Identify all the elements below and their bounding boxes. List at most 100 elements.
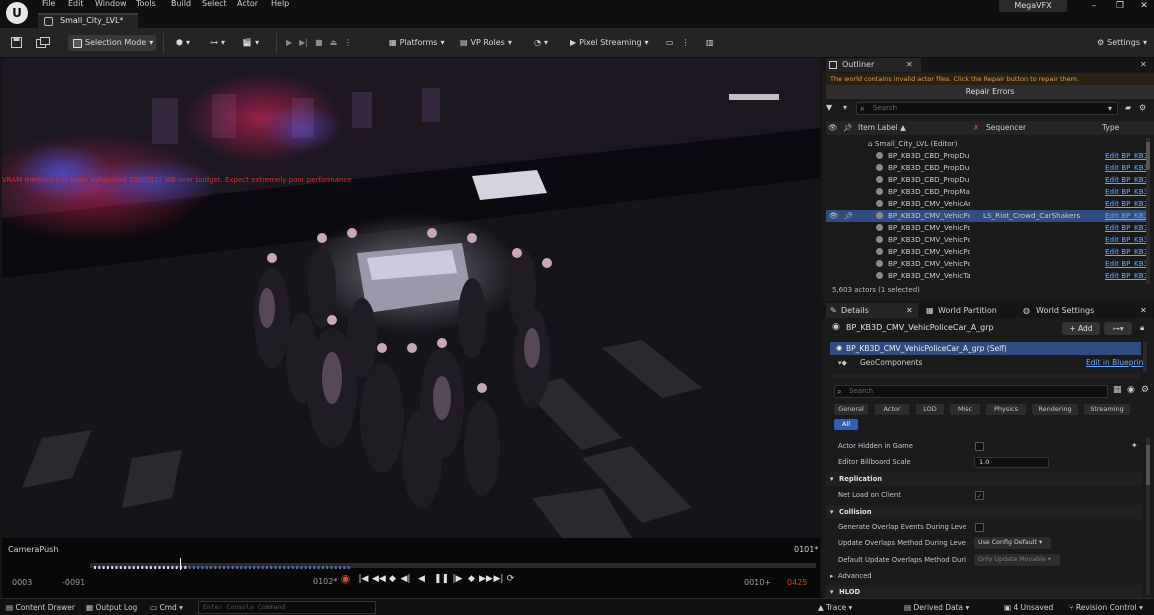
filter-lod[interactable]: LOD [916, 404, 944, 415]
keyframe-marker[interactable] [334, 566, 337, 569]
keyframe-marker[interactable] [106, 566, 109, 569]
outliner-row-type-link[interactable]: Edit BP_KB3 [1105, 222, 1148, 234]
stop-icon[interactable]: ■ [315, 35, 323, 51]
keyframe-marker[interactable] [111, 566, 114, 569]
cinematics-button[interactable]: 🎬︎ ▾ [238, 35, 263, 51]
derived-data-button[interactable]: ▤ Derived Data ▾ [904, 603, 969, 613]
keyframe-marker[interactable] [158, 566, 161, 569]
outliner-row[interactable]: BP_KB3D_CBD_PropDur Edit BP_KB3 [826, 162, 1148, 174]
outliner-row-type-link[interactable]: Edit BP_KB3 [1105, 210, 1148, 222]
step-forward-button[interactable]: ◆ [466, 573, 477, 585]
record-button[interactable]: ◉ [340, 573, 351, 585]
keyframe-marker[interactable] [266, 566, 268, 569]
keyframe-marker[interactable] [347, 566, 350, 569]
keyframe-marker[interactable] [261, 566, 264, 569]
content-drawer-button[interactable]: ▤ Content Drawer [6, 603, 75, 613]
world-settings-tab[interactable]: World Settings [1036, 303, 1094, 318]
close-icon[interactable]: ✕ [906, 58, 916, 72]
keyframe-marker[interactable] [175, 566, 178, 569]
keyframe-marker[interactable] [124, 566, 127, 569]
frame-end[interactable]: 0425 [787, 578, 807, 587]
level-viewport[interactable]: VRAM memory has been exhausted 2000/832 … [2, 58, 820, 598]
more-options-icon[interactable]: ⋮ [682, 35, 690, 51]
outliner-row-type-link[interactable]: Edit BP_KB3 [1105, 198, 1148, 210]
keyframe-marker[interactable] [98, 566, 101, 569]
menu-actor[interactable]: Actor [237, 0, 258, 8]
keyframe-marker[interactable] [201, 566, 204, 569]
outliner-row[interactable]: BP_KB3D_CMV_VehicPc Edit BP_KB3 [826, 246, 1148, 258]
timeline-playhead[interactable] [180, 558, 182, 570]
close-button[interactable]: ✕ [1130, 0, 1154, 14]
gear-icon[interactable]: ⚙ [1139, 103, 1146, 112]
keyframe-marker[interactable] [205, 566, 208, 569]
keyframe-marker[interactable] [278, 566, 281, 569]
add-component-button[interactable]: + Add [1062, 322, 1100, 335]
outliner-row[interactable]: BP_KB3D_CBD_PropDu Edit BP_KB3 [826, 150, 1148, 162]
unsaved-button[interactable]: ▣ 4 Unsaved [1004, 603, 1053, 613]
live-link-button[interactable]: ◔ ▾ [530, 35, 552, 51]
pin-icon[interactable]: 📌︎ [844, 210, 853, 222]
outliner-row[interactable]: 👁︎ 📌︎ BP_KB3D_CMV_VehicPc LS_Riot_Crowd_Car… [826, 210, 1148, 222]
blueprint-options-button[interactable]: ⊶▾ [1104, 322, 1132, 335]
keyframe-marker[interactable] [115, 566, 118, 569]
next-key-button[interactable]: ▶▶ [479, 573, 493, 585]
sequencer-timeline[interactable] [90, 563, 816, 569]
chevron-down-icon[interactable]: ▾◆ [838, 357, 847, 369]
chevron-down-icon[interactable]: ▾ [1108, 104, 1112, 113]
menu-file[interactable]: File [42, 0, 55, 8]
sequencer-column[interactable]: Sequencer [986, 121, 1026, 135]
keyframe-marker[interactable] [218, 566, 221, 569]
menu-tools[interactable]: Tools [136, 0, 156, 8]
actor-hidden-checkbox[interactable] [975, 442, 984, 451]
keyframe-marker[interactable] [339, 566, 342, 569]
keyframe-marker[interactable] [274, 566, 277, 569]
add-content-button[interactable]: ⬢ ▾ [172, 35, 194, 51]
keyframe-marker[interactable] [257, 566, 260, 569]
keyframe-marker[interactable] [313, 566, 316, 569]
section-replication[interactable]: ▾ Replication [826, 472, 1142, 486]
keyframe-marker[interactable] [231, 566, 234, 569]
folder-icon[interactable]: ▰ [1125, 103, 1131, 112]
output-log-button[interactable]: ▦ Output Log [86, 603, 137, 613]
menu-build[interactable]: Build [171, 0, 191, 8]
keyframe-marker[interactable] [309, 566, 311, 569]
keyframe-marker[interactable] [132, 566, 135, 569]
step-back-button[interactable]: ◆ [387, 573, 398, 585]
keyframe-marker[interactable] [167, 566, 170, 569]
display-icon[interactable]: ▭ [666, 35, 674, 51]
prev-key-button[interactable]: ◀◀ [372, 573, 386, 585]
details-scrollbar[interactable] [1146, 437, 1150, 595]
gear-icon[interactable]: ⚙ [1141, 385, 1149, 395]
keyframe-marker[interactable] [291, 566, 294, 569]
revision-control-button[interactable]: ⑂ Revision Control ▾ [1069, 603, 1143, 613]
edit-in-blueprint-link[interactable]: Edit in Blueprint [1086, 357, 1146, 369]
close-icon[interactable]: ✕ [1140, 58, 1147, 72]
filter-icon[interactable]: ▼ [826, 103, 836, 113]
outliner-row[interactable]: BP_KB3D_CMV_VehicTa Edit BP_KB3 [826, 270, 1148, 282]
table-view-icon[interactable]: ▦ [1113, 385, 1122, 395]
lock-icon[interactable]: 🔒︎ [1140, 323, 1144, 333]
details-tab[interactable] [826, 303, 918, 318]
keyframe-marker[interactable] [94, 566, 96, 569]
filter-streaming[interactable]: Streaming [1084, 404, 1130, 415]
minimize-button[interactable]: – [1080, 0, 1108, 14]
outliner-row[interactable]: BP_KB3D_CMV_VehicPc Edit BP_KB3 [826, 234, 1148, 246]
scrollbar-thumb[interactable] [1146, 445, 1150, 485]
grid-icon[interactable]: ▥ [706, 35, 714, 51]
save-icon[interactable] [10, 37, 22, 48]
keyframe-marker[interactable] [240, 566, 243, 569]
blueprint-button[interactable]: ⊶ ▾ [206, 35, 229, 51]
type-column[interactable]: Type [1102, 121, 1119, 135]
outliner-row-type-link[interactable]: Edit BP_KB3 [1105, 174, 1148, 186]
keyframe-marker[interactable] [137, 566, 139, 569]
gen-overlap-checkbox[interactable] [975, 523, 984, 532]
keyframe-marker[interactable] [171, 566, 174, 569]
jump-to-start-button[interactable]: |◀ [358, 573, 369, 585]
pin-icon[interactable]: 📌︎ [843, 121, 853, 135]
eject-icon[interactable]: ⏏ [330, 35, 338, 51]
section-hlod[interactable]: ▾ HLOD [826, 585, 1142, 599]
pause-button[interactable]: ❚❚ [434, 573, 449, 585]
close-icon[interactable]: ✕ [1140, 303, 1147, 318]
eye-icon[interactable]: ◉ [1127, 385, 1135, 395]
platforms-button[interactable]: ▦ Platforms ▾ [385, 35, 448, 51]
